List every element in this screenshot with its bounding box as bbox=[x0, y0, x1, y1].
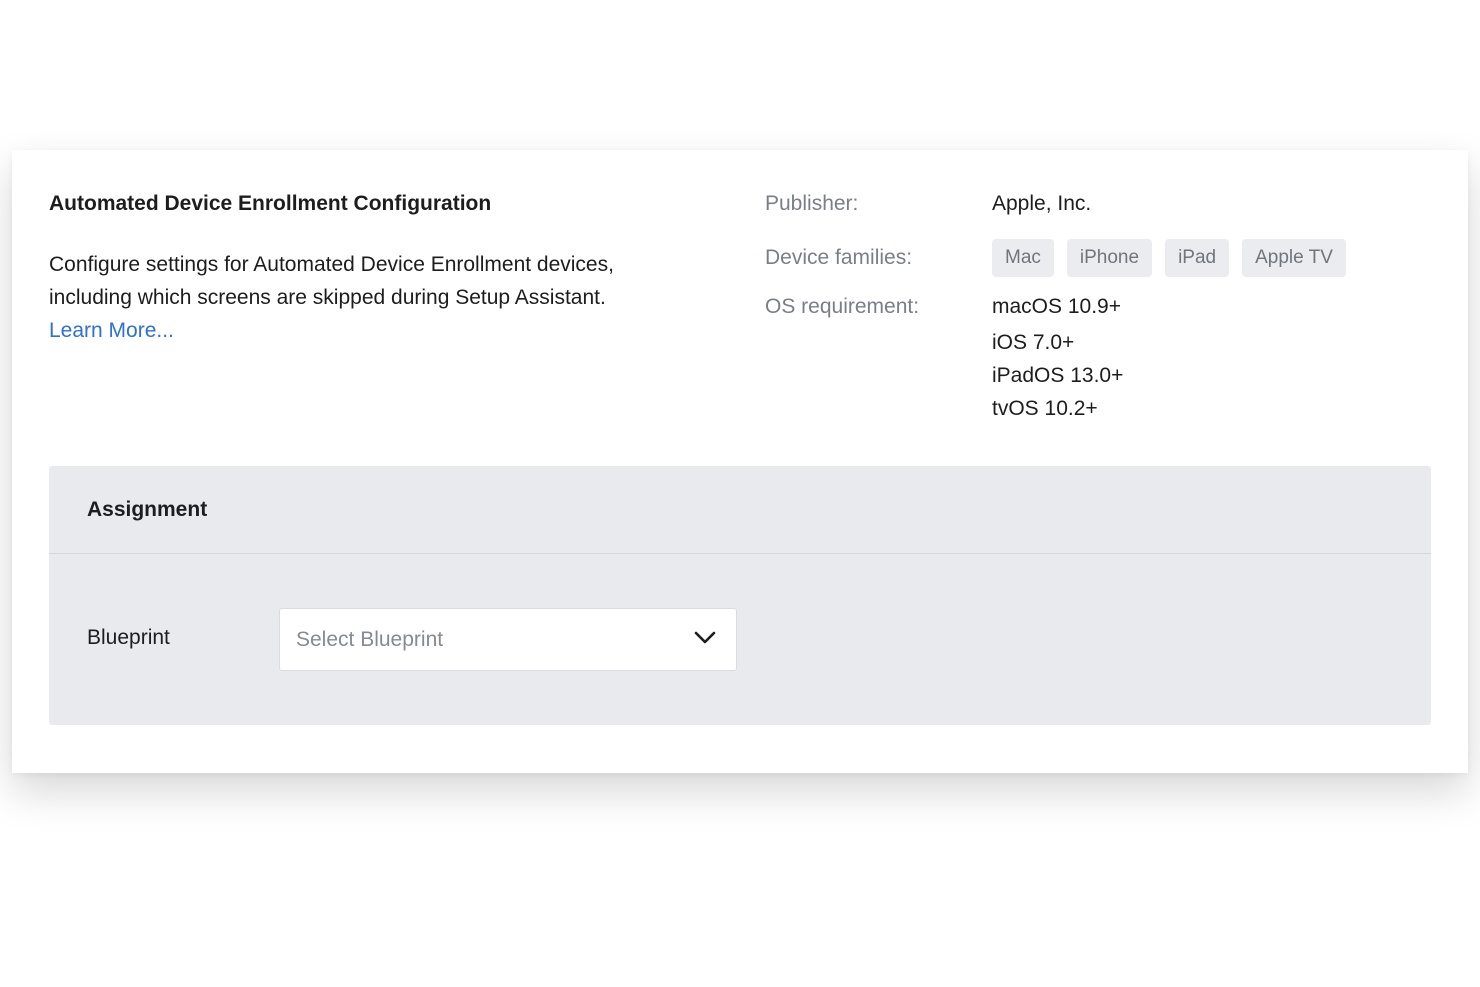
os-requirement-macos: macOS 10.9+ bbox=[992, 295, 1121, 318]
assignment-panel: Assignment Blueprint Select Blueprint bbox=[49, 466, 1431, 725]
blueprint-select[interactable]: Select Blueprint bbox=[279, 608, 737, 671]
os-requirement-row: OS requirement: macOS 10.9+ iOS 7.0+ iPa… bbox=[765, 293, 1445, 425]
os-requirement-ios: iOS 7.0+ bbox=[992, 331, 1075, 354]
config-title: Automated Device Enrollment Configuratio… bbox=[49, 192, 492, 215]
config-summary: Automated Device Enrollment Configuratio… bbox=[49, 190, 709, 347]
blueprint-label: Blueprint bbox=[87, 626, 170, 649]
os-requirement-tvos: tvOS 10.2+ bbox=[992, 397, 1098, 420]
config-description: Configure settings for Automated Device … bbox=[49, 248, 709, 347]
description-line-2: including which screens are skipped duri… bbox=[49, 286, 606, 309]
publisher-label: Publisher: bbox=[765, 192, 859, 215]
configuration-card: Automated Device Enrollment Configuratio… bbox=[12, 150, 1468, 773]
chevron-down-icon[interactable] bbox=[694, 631, 716, 645]
publisher-value: Apple, Inc. bbox=[992, 192, 1092, 215]
device-families-row: Device families: Mac iPhone iPad Apple T… bbox=[765, 239, 1445, 277]
device-family-chip-iphone: iPhone bbox=[1066, 239, 1153, 277]
device-family-chip-mac: Mac bbox=[992, 239, 1054, 277]
os-requirement-ipados: iPadOS 13.0+ bbox=[992, 364, 1124, 387]
description-line-1: Configure settings for Automated Device … bbox=[49, 253, 614, 276]
device-family-chips: Mac iPhone iPad Apple TV bbox=[992, 239, 1346, 277]
os-requirement-label: OS requirement: bbox=[765, 295, 920, 318]
device-families-label: Device families: bbox=[765, 246, 913, 269]
os-requirement-list: macOS 10.9+ iOS 7.0+ iPadOS 13.0+ tvOS 1… bbox=[992, 293, 1123, 425]
assignment-body: Blueprint Select Blueprint bbox=[49, 554, 1431, 725]
assignment-title: Assignment bbox=[87, 497, 208, 521]
blueprint-select-placeholder: Select Blueprint bbox=[296, 627, 444, 651]
config-metadata: Publisher: Apple, Inc. Device families: … bbox=[765, 190, 1445, 425]
device-family-chip-apple-tv: Apple TV bbox=[1242, 239, 1346, 277]
device-family-chip-ipad: iPad bbox=[1165, 239, 1230, 277]
assignment-header: Assignment bbox=[49, 466, 1431, 554]
publisher-row: Publisher: Apple, Inc. bbox=[765, 190, 1445, 218]
learn-more-link[interactable]: Learn More... bbox=[49, 314, 174, 347]
